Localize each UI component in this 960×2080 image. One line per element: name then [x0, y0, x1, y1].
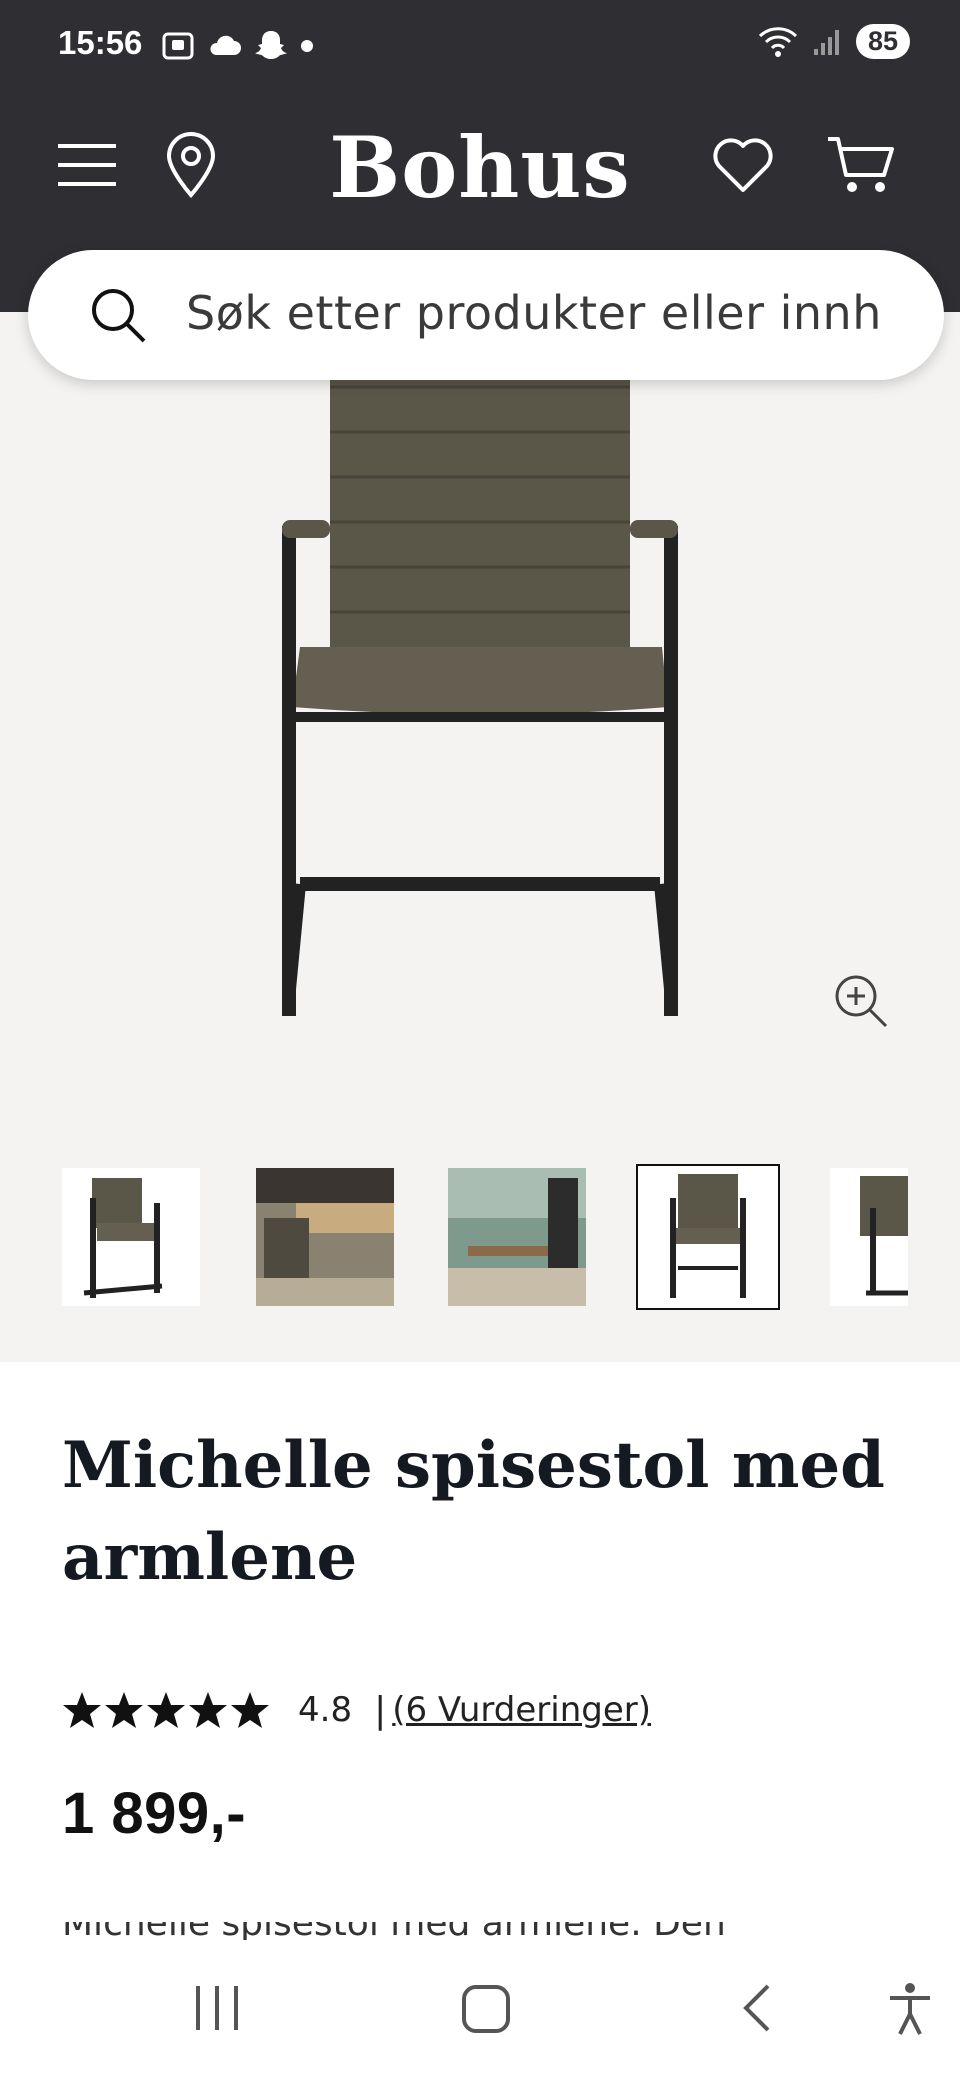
- cart-icon: [828, 137, 894, 192]
- home-icon: [462, 1985, 510, 2033]
- wifi-icon: [758, 26, 797, 57]
- wishlist-button[interactable]: [708, 130, 778, 200]
- cloud-icon: [210, 35, 241, 55]
- system-nav-bar: [0, 1940, 960, 2080]
- rating-separator: |: [374, 1689, 387, 1731]
- thumbnail-5[interactable]: [830, 1168, 908, 1306]
- signal-icon: [813, 29, 839, 55]
- product-rating: 4.8 | (6 Vurderinger): [62, 1682, 651, 1738]
- search-input[interactable]: Søk etter produkter eller innh: [186, 286, 882, 340]
- zoom-button[interactable]: [832, 972, 892, 1036]
- reviews-link[interactable]: (6 Vurderinger): [392, 1690, 651, 1730]
- thumbnail-4-selected[interactable]: [636, 1164, 780, 1310]
- thumbnail-strip: [62, 1160, 908, 1310]
- back-button[interactable]: [736, 1980, 776, 2040]
- status-notification-icons: [160, 26, 314, 66]
- product-price: 1 899,-: [62, 1781, 247, 1846]
- status-time: 15:56: [58, 24, 143, 61]
- rating-value: 4.8: [298, 1690, 353, 1730]
- recent-apps-button[interactable]: [192, 1980, 242, 2040]
- star-icon: [231, 1692, 269, 1728]
- search-bar[interactable]: Søk etter produkter eller innh: [28, 250, 944, 380]
- accessibility-button[interactable]: [886, 1980, 934, 2040]
- description-text: Michelle spisestol med armlene. Den: [62, 1922, 902, 1940]
- product-title: Michelle spisestol med armlene: [62, 1428, 885, 1595]
- home-button[interactable]: [460, 1980, 512, 2040]
- thumbnail-3[interactable]: [448, 1168, 586, 1306]
- accessibility-icon: [890, 1983, 930, 2035]
- dot-icon: [301, 40, 313, 52]
- product-main-image[interactable]: [0, 312, 960, 1032]
- star-icon: [63, 1692, 101, 1728]
- thumbnail-2[interactable]: [256, 1168, 394, 1306]
- star-icon: [105, 1692, 143, 1728]
- heart-icon: [713, 138, 773, 192]
- status-system-icons: 85: [758, 24, 910, 59]
- status-bar: 15:56 85: [0, 0, 960, 90]
- search-icon: [92, 289, 146, 343]
- star-icon: [147, 1692, 185, 1728]
- main-nav: Bohus: [0, 110, 960, 220]
- back-arrow-icon: [743, 1984, 770, 2032]
- screenshot-icon: [162, 32, 194, 60]
- thumbnail-1[interactable]: [62, 1168, 200, 1306]
- star-icon: [189, 1692, 227, 1728]
- snapchat-icon: [255, 31, 287, 59]
- recent-apps-icon: [196, 1986, 238, 2030]
- cart-button[interactable]: [826, 130, 896, 200]
- product-gallery: [0, 312, 960, 1362]
- brand-logo[interactable]: Bohus: [0, 118, 960, 217]
- rating-stars: [62, 1690, 270, 1730]
- battery-indicator: 85: [855, 24, 910, 59]
- zoom-in-icon: [835, 975, 888, 1028]
- product-description-peek: Michelle spisestol med armlene. Den: [62, 1922, 902, 1940]
